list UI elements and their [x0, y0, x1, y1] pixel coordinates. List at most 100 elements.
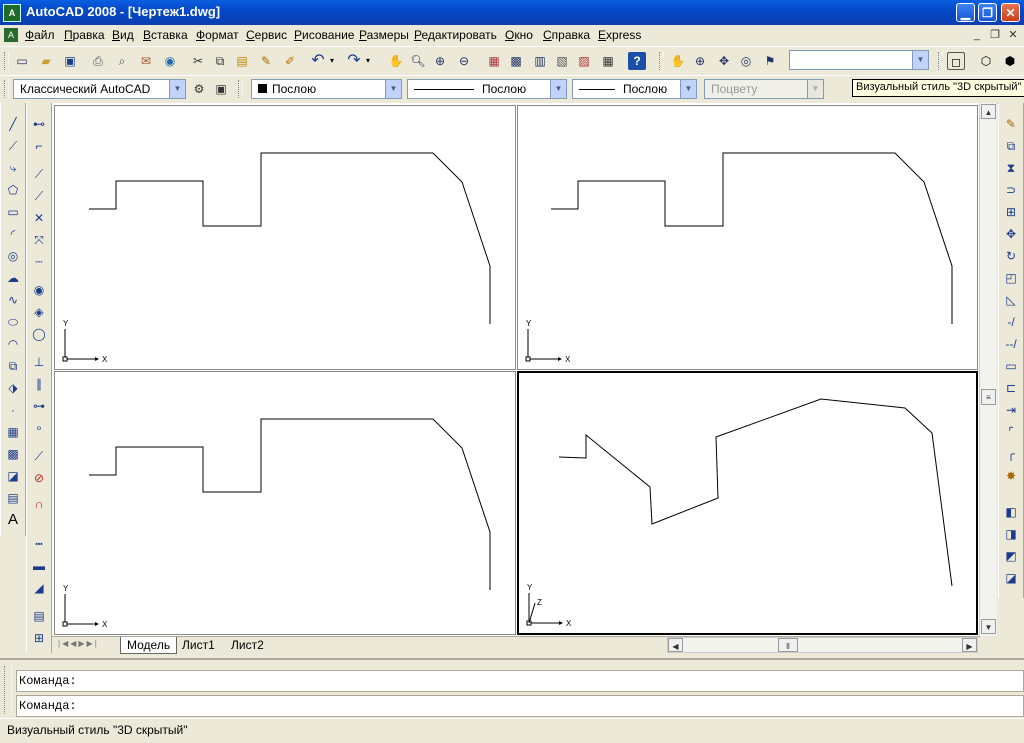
snap-parallel-icon[interactable]: ∥ — [30, 375, 48, 393]
3d-wireframe-icon[interactable]: ⬡ — [977, 52, 995, 70]
doc-restore-button[interactable]: ❐ — [988, 29, 1002, 43]
scroll-right-button[interactable]: ▶ — [962, 638, 977, 652]
command-window-grip[interactable] — [4, 666, 12, 714]
open-icon[interactable]: ▰ — [37, 52, 55, 70]
snap-apparent-intersection-icon[interactable]: ⤧ — [30, 231, 48, 249]
pan-icon[interactable]: ✋ — [669, 52, 687, 70]
copy-icon[interactable]: ⧉ — [211, 52, 229, 70]
drawn-polyline[interactable] — [558, 398, 953, 587]
drawn-polyline[interactable] — [551, 152, 953, 324]
copy-object-icon[interactable]: ⧉ — [1002, 137, 1020, 155]
viewport-canvas[interactable]: XY — [55, 106, 515, 369]
snap-midpoint-icon[interactable]: ⟋ — [30, 187, 48, 205]
snap-node-icon[interactable]: ∘ — [30, 419, 48, 437]
walk-icon[interactable]: ⚑ — [761, 52, 779, 70]
snap-quadrant-icon[interactable]: ◈ — [30, 303, 48, 321]
temporary-track-icon[interactable]: ⊷ — [30, 115, 48, 133]
make-block-icon[interactable]: ⬗ — [4, 379, 22, 397]
menu-modify[interactable]: Редактировать — [414, 28, 497, 42]
minimize-button[interactable]: ▁ — [956, 3, 975, 22]
array-icon[interactable]: ⊞ — [1002, 203, 1020, 221]
snap-center-icon[interactable]: ◉ — [30, 281, 48, 299]
draw-order-front-icon[interactable]: ◧ — [1002, 503, 1020, 521]
hatch-icon[interactable]: ▦ — [4, 423, 22, 441]
osnap-settings-icon[interactable]: ∩ — [30, 495, 48, 513]
stretch-icon[interactable]: ◺ — [1002, 291, 1020, 309]
scroll-left-button[interactable]: ◀ — [668, 638, 683, 652]
lineweight-select[interactable]: Послою ▼ — [572, 79, 697, 99]
tab-navigation-arrows[interactable]: |◀◀▶▶| — [58, 639, 114, 651]
ellipse-arc-icon[interactable]: ◠ — [4, 335, 22, 353]
scroll-up-button[interactable]: ▲ — [981, 104, 996, 119]
table-icon[interactable]: ▤ — [4, 489, 22, 507]
polyline-icon[interactable]: ⤷ — [4, 159, 22, 177]
restore-button[interactable]: ❐ — [978, 3, 997, 22]
circle-icon[interactable]: ◎ — [4, 247, 22, 265]
3d-hidden-icon[interactable]: ⬢ — [1001, 52, 1019, 70]
calculator-icon[interactable]: ▦ — [599, 52, 617, 70]
menu-help[interactable]: Справка — [543, 28, 590, 42]
viewport-top-right[interactable]: XY — [517, 105, 978, 370]
snap-none-icon[interactable]: ⊘ — [30, 469, 48, 487]
linetype-select[interactable]: Послою ▼ — [407, 79, 567, 99]
fillet-icon[interactable]: ╭ — [1002, 445, 1020, 463]
viewport-bottom-right-active[interactable]: X YZ — [517, 371, 978, 635]
menu-window[interactable]: Окно — [505, 28, 533, 42]
document-icon[interactable]: A — [4, 28, 18, 42]
save-icon[interactable]: ▣ — [61, 52, 79, 70]
paste-icon[interactable]: ▤ — [233, 52, 251, 70]
move-icon[interactable]: ✥ — [1002, 225, 1020, 243]
scale-icon[interactable]: ◰ — [1002, 269, 1020, 287]
drawn-polyline[interactable] — [89, 418, 491, 590]
tolerance-icon[interactable]: ⊞ — [30, 629, 48, 647]
camera-icon[interactable]: ◎ — [737, 52, 755, 70]
viewport-top-left[interactable]: XY — [54, 105, 516, 370]
mirror-icon[interactable]: ⧗ — [1002, 159, 1020, 177]
horizontal-scroll-thumb[interactable]: ⦀ — [778, 638, 798, 652]
drawing-area[interactable]: XY XY XY XYZ — [52, 103, 980, 636]
menu-express[interactable]: Express — [598, 28, 641, 42]
workspace-select[interactable]: Классический AutoCAD ▼ — [13, 79, 186, 99]
block-editor-icon[interactable]: ✐ — [281, 52, 299, 70]
markup-icon[interactable]: ▨ — [575, 52, 593, 70]
snap-insert-icon[interactable]: ⊶ — [30, 397, 48, 415]
orbit-icon[interactable]: ✥ — [715, 52, 733, 70]
match-properties-icon[interactable]: ✎ — [257, 52, 275, 70]
line-icon[interactable]: ╱ — [4, 115, 22, 133]
horizontal-scrollbar[interactable]: ◀ ⦀ ▶ — [667, 637, 978, 653]
menu-draw[interactable]: Рисование — [294, 28, 354, 42]
scroll-down-button[interactable]: ▼ — [981, 619, 996, 634]
multiline-text-icon[interactable]: A — [4, 511, 22, 529]
vertical-scroll-thumb[interactable]: ≡ — [981, 389, 996, 405]
close-button[interactable]: ✕ — [1001, 3, 1020, 22]
arc-icon[interactable]: ◜ — [4, 225, 22, 243]
dimension-aligned-icon[interactable]: ▬ — [30, 557, 48, 575]
snap-from-icon[interactable]: ⌐ — [30, 137, 48, 155]
named-views-select[interactable]: ▼ — [789, 50, 929, 70]
gradient-icon[interactable]: ▩ — [4, 445, 22, 463]
send-under-icon[interactable]: ◪ — [1002, 569, 1020, 587]
menu-insert[interactable]: Вставка — [143, 28, 188, 42]
print-preview-icon[interactable]: ⌕ — [113, 52, 131, 70]
join-icon[interactable]: ⇥ — [1002, 401, 1020, 419]
drawn-polyline[interactable] — [89, 152, 491, 324]
snap-perpendicular-icon[interactable]: ⊥ — [30, 353, 48, 371]
tab-layout1[interactable]: Лист1 — [176, 637, 221, 653]
snap-endpoint-icon[interactable]: ⟋ — [30, 165, 48, 183]
ellipse-icon[interactable]: ⬭ — [4, 313, 22, 331]
rotate-icon[interactable]: ↻ — [1002, 247, 1020, 265]
bring-above-icon[interactable]: ◩ — [1002, 547, 1020, 565]
insert-block-icon[interactable]: ⧉ — [4, 357, 22, 375]
undo-icon[interactable]: ↶ — [309, 52, 327, 70]
draw-order-back-icon[interactable]: ◨ — [1002, 525, 1020, 543]
autocad-app-icon[interactable]: A — [3, 4, 21, 22]
snap-intersection-icon[interactable]: ✕ — [30, 209, 48, 227]
extend-icon[interactable]: --/ — [1002, 335, 1020, 353]
region-icon[interactable]: ◪ — [4, 467, 22, 485]
break-at-point-icon[interactable]: ▭ — [1002, 357, 1020, 375]
snap-tangent-icon[interactable]: ◯ — [30, 325, 48, 343]
tool-palettes-icon[interactable]: ▥ — [531, 52, 549, 70]
trim-icon[interactable]: -/ — [1002, 313, 1020, 331]
print-icon[interactable]: ⎙ — [89, 52, 107, 70]
rectangle-icon[interactable]: ▭ — [4, 203, 22, 221]
